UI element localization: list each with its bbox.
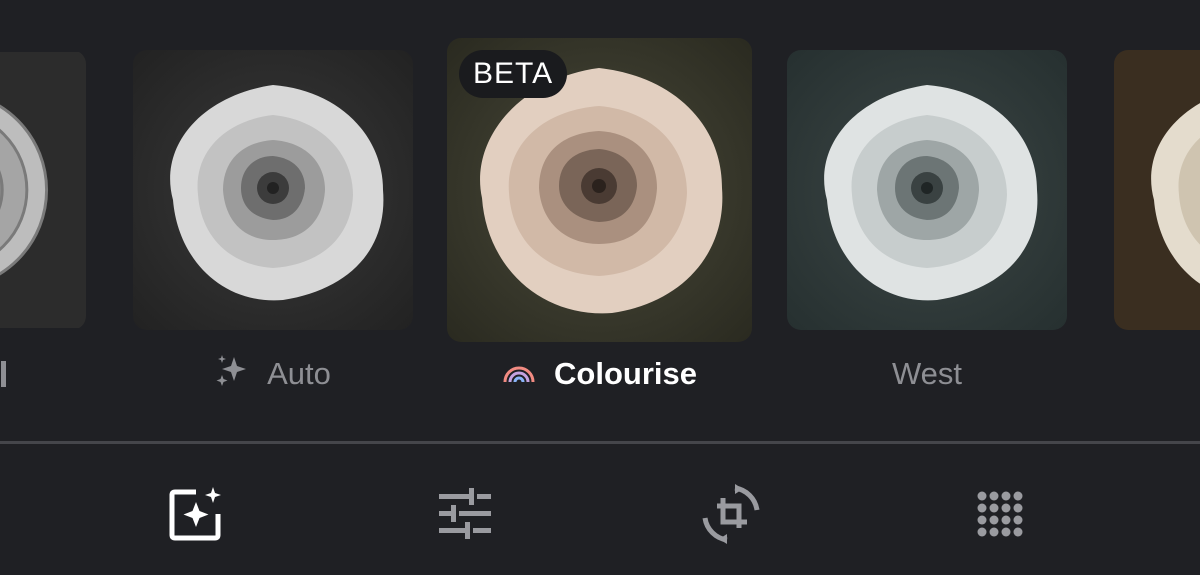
rose-image (787, 50, 1067, 330)
filter-thumbnail[interactable] (0, 50, 86, 330)
filter-colourise[interactable]: BETA Colourise (447, 0, 752, 440)
filter-thumbnail-west[interactable] (787, 50, 1067, 330)
beta-badge: BETA (459, 50, 568, 98)
auto-enhance-icon (169, 487, 221, 541)
crop-rotate-icon (702, 484, 760, 544)
filter-thumbnail-colourise[interactable]: BETA (447, 38, 752, 342)
more-tools-button[interactable] (970, 484, 1030, 544)
rainbow-icon (502, 356, 536, 392)
suggestions-tool-button[interactable] (166, 484, 226, 544)
sparkle-icon (215, 353, 249, 395)
filter-name: Auto (267, 356, 331, 391)
filter-partial-right[interactable] (1114, 0, 1200, 440)
photo-editor: Auto BETA Colourise West (0, 0, 1200, 575)
filter-partial-left[interactable] (0, 0, 90, 440)
filter-name: Colourise (554, 356, 697, 391)
filter-label-partial (0, 352, 10, 396)
filter-thumbnail-auto[interactable] (133, 50, 413, 330)
filter-label-auto: Auto (133, 352, 413, 396)
grid-dots-icon (977, 491, 1023, 537)
filter-label-colourise: Colourise (447, 352, 752, 396)
sliders-icon (439, 488, 491, 539)
rose-image (1114, 50, 1200, 330)
filter-name: West (891, 356, 963, 391)
editor-toolbar (0, 444, 1200, 575)
filter-west[interactable]: West (787, 0, 1067, 440)
adjust-tool-button[interactable] (435, 484, 495, 544)
label-fragment (0, 361, 6, 387)
filter-label-west: West (787, 352, 1067, 396)
filter-thumbnail[interactable] (1114, 50, 1200, 330)
rose-image (133, 50, 413, 330)
crop-rotate-tool-button[interactable] (701, 484, 761, 544)
filter-strip[interactable]: Auto BETA Colourise West (0, 0, 1200, 440)
filter-auto[interactable]: Auto (133, 0, 413, 440)
rose-image (0, 52, 86, 328)
